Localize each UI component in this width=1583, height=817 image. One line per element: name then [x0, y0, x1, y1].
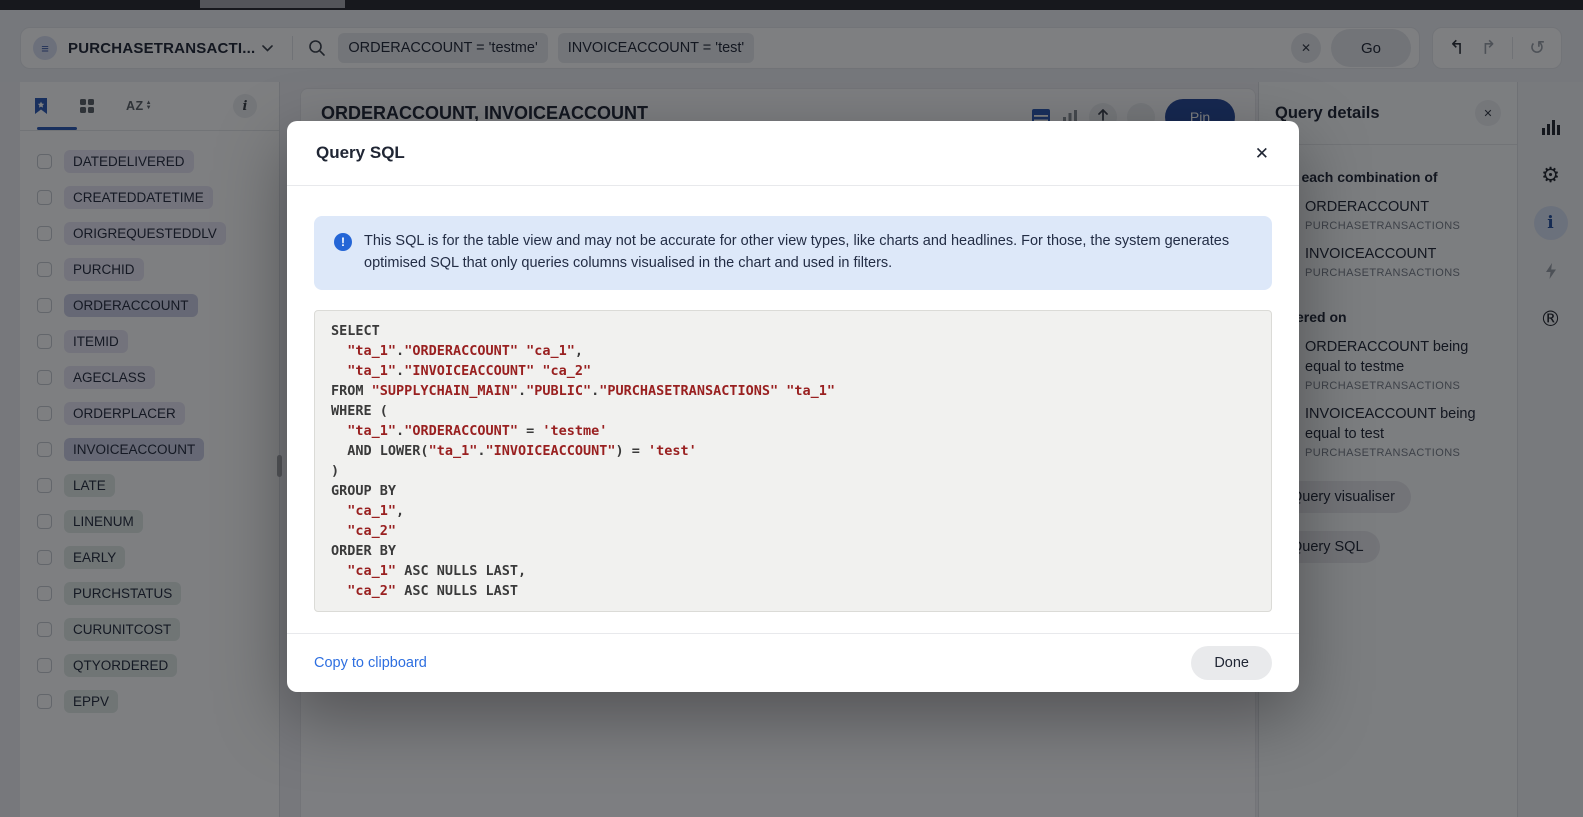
sql-line: "ta_1"."INVOICEACCOUNT" "ca_2" [331, 361, 1255, 381]
sql-line: ) [331, 461, 1255, 481]
sql-line: GROUP BY [331, 481, 1255, 501]
info-banner: ! This SQL is for the table view and may… [314, 216, 1272, 290]
modal-footer: Copy to clipboard Done [287, 633, 1299, 692]
info-icon: ! [334, 233, 352, 251]
done-button[interactable]: Done [1191, 646, 1272, 680]
copy-to-clipboard-link[interactable]: Copy to clipboard [314, 655, 427, 671]
sql-line: WHERE ( [331, 401, 1255, 421]
sql-line: "ca_2" [331, 521, 1255, 541]
sql-line: FROM "SUPPLYCHAIN_MAIN"."PUBLIC"."PURCHA… [331, 381, 1255, 401]
info-banner-text: This SQL is for the table view and may n… [364, 231, 1252, 274]
query-sql-modal: Query SQL ✕ ! This SQL is for the table … [287, 121, 1299, 692]
browser-tab-sliver [200, 0, 345, 8]
browser-top-strip [0, 0, 1583, 10]
sql-line: "ca_1" ASC NULLS LAST, [331, 561, 1255, 581]
sql-line: ORDER BY [331, 541, 1255, 561]
sql-line: "ca_2" ASC NULLS LAST [331, 581, 1255, 601]
modal-close-icon[interactable]: ✕ [1255, 145, 1269, 162]
sql-line: "ta_1"."ORDERACCOUNT" "ca_1", [331, 341, 1255, 361]
sql-line: AND LOWER("ta_1"."INVOICEACCOUNT") = 'te… [331, 441, 1255, 461]
sql-line: "ca_1", [331, 501, 1255, 521]
sql-line: SELECT [331, 321, 1255, 341]
modal-title: Query SQL [316, 143, 405, 163]
sql-code-block: SELECT "ta_1"."ORDERACCOUNT" "ca_1", "ta… [314, 310, 1272, 612]
sql-line: "ta_1"."ORDERACCOUNT" = 'testme' [331, 421, 1255, 441]
